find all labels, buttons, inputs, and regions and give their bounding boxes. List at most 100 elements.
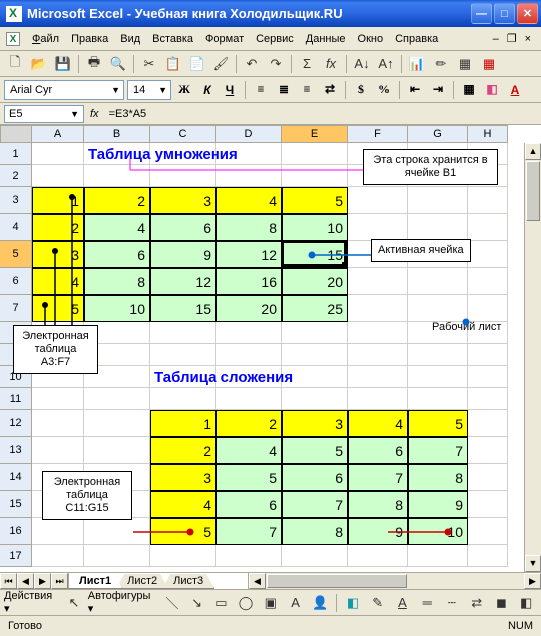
cell[interactable] bbox=[32, 545, 84, 567]
cell[interactable] bbox=[408, 214, 468, 241]
cell[interactable] bbox=[348, 268, 408, 295]
menu-file[interactable]: Файл bbox=[26, 30, 65, 48]
cell[interactable] bbox=[468, 518, 508, 545]
cell[interactable] bbox=[408, 366, 468, 388]
scroll-up-button[interactable]: ▲ bbox=[525, 143, 541, 160]
cell[interactable] bbox=[408, 295, 468, 322]
menu-view[interactable]: Вид bbox=[114, 30, 146, 48]
cell[interactable]: 5 bbox=[32, 295, 84, 322]
cell[interactable]: 2 bbox=[150, 437, 216, 464]
row-header-14[interactable]: 14 bbox=[0, 464, 32, 491]
cell[interactable]: 5 bbox=[282, 437, 348, 464]
cell[interactable]: 10 bbox=[408, 518, 468, 545]
scroll-right-button[interactable]: ▶ bbox=[524, 573, 541, 589]
cell[interactable] bbox=[468, 214, 508, 241]
new-icon[interactable]: 🗋 bbox=[4, 53, 26, 75]
bold-button[interactable]: Ж bbox=[174, 80, 194, 100]
cell[interactable] bbox=[468, 437, 508, 464]
menu-edit[interactable]: Правка bbox=[65, 30, 114, 48]
dec-indent-icon[interactable]: ⇤ bbox=[405, 80, 425, 100]
cell[interactable] bbox=[32, 165, 84, 187]
arrows-icon[interactable]: ⇄ bbox=[466, 592, 488, 614]
cell[interactable]: 6 bbox=[150, 214, 216, 241]
font-selector[interactable]: Arial Cyr▼ bbox=[4, 80, 124, 100]
sort-desc-icon[interactable]: A↑ bbox=[375, 53, 397, 75]
cell[interactable]: 1 bbox=[150, 410, 216, 437]
currency-icon[interactable]: $ bbox=[351, 80, 371, 100]
3d-icon[interactable]: ◧ bbox=[515, 592, 537, 614]
row-header-6[interactable]: 6 bbox=[0, 268, 32, 295]
select-all-corner[interactable] bbox=[0, 125, 32, 143]
tab-last-button[interactable]: ⏭ bbox=[51, 573, 68, 589]
grid-icon[interactable]: ▦ bbox=[478, 53, 500, 75]
sheet-tab-3[interactable]: Лист3 bbox=[162, 574, 214, 589]
sum-icon[interactable]: Σ bbox=[296, 53, 318, 75]
menu-window[interactable]: Окно bbox=[352, 30, 390, 48]
cell[interactable]: 9 bbox=[408, 491, 468, 518]
spreadsheet-grid[interactable]: ABCDEFGH 1234567891011121314151617 Табли… bbox=[0, 125, 541, 573]
line-color-icon[interactable]: ✎ bbox=[367, 592, 389, 614]
sheet-tab-2[interactable]: Лист2 bbox=[116, 574, 168, 589]
cell[interactable]: 12 bbox=[216, 241, 282, 268]
col-header-B[interactable]: B bbox=[84, 125, 150, 143]
excel-doc-icon[interactable]: X bbox=[6, 32, 20, 46]
cell[interactable]: 10 bbox=[282, 214, 348, 241]
cell[interactable] bbox=[84, 165, 150, 187]
rect-icon[interactable]: ▭ bbox=[210, 592, 232, 614]
pivot-icon[interactable]: ▦ bbox=[454, 53, 476, 75]
dash-icon[interactable]: ┄ bbox=[441, 592, 463, 614]
cell[interactable]: 10 bbox=[84, 295, 150, 322]
actions-menu[interactable]: Действия ▾ bbox=[4, 590, 60, 615]
cell[interactable]: 5 bbox=[282, 187, 348, 214]
cell[interactable]: 6 bbox=[348, 437, 408, 464]
save-icon[interactable]: 💾 bbox=[52, 53, 74, 75]
percent-icon[interactable]: % bbox=[374, 80, 394, 100]
col-header-A[interactable]: A bbox=[32, 125, 84, 143]
cell[interactable]: 6 bbox=[282, 464, 348, 491]
row-header-11[interactable]: 11 bbox=[0, 388, 32, 410]
cell[interactable]: 7 bbox=[216, 518, 282, 545]
italic-button[interactable]: К bbox=[197, 80, 217, 100]
arrow-icon[interactable]: ↘ bbox=[186, 592, 208, 614]
drawing-icon[interactable]: ✏ bbox=[430, 53, 452, 75]
cell[interactable] bbox=[84, 545, 150, 567]
cell[interactable] bbox=[408, 187, 468, 214]
cell[interactable]: 8 bbox=[282, 518, 348, 545]
cell[interactable]: 4 bbox=[150, 491, 216, 518]
cell[interactable] bbox=[468, 241, 508, 268]
cell[interactable] bbox=[32, 410, 84, 437]
cell[interactable] bbox=[468, 187, 508, 214]
paste-icon[interactable]: 📄 bbox=[186, 53, 208, 75]
cell[interactable]: 12 bbox=[150, 268, 216, 295]
cell[interactable]: 15 bbox=[282, 241, 348, 268]
menu-help[interactable]: Справка bbox=[389, 30, 444, 48]
cell[interactable]: 3 bbox=[150, 187, 216, 214]
row-header-5[interactable]: 5 bbox=[0, 241, 32, 268]
cell[interactable]: 2 bbox=[32, 214, 84, 241]
col-header-F[interactable]: F bbox=[348, 125, 408, 143]
print-icon[interactable]: 🖶 bbox=[83, 53, 105, 75]
row-header-16[interactable]: 16 bbox=[0, 518, 32, 545]
cell[interactable]: Таблица сложения bbox=[150, 366, 410, 388]
cell[interactable] bbox=[150, 165, 216, 187]
cell[interactable] bbox=[408, 545, 468, 567]
cell[interactable] bbox=[32, 388, 84, 410]
font-color-icon-2[interactable]: A bbox=[392, 592, 414, 614]
cell[interactable]: 16 bbox=[216, 268, 282, 295]
cell[interactable] bbox=[150, 322, 216, 344]
oval-icon[interactable]: ◯ bbox=[235, 592, 257, 614]
name-box[interactable]: E5▼ bbox=[4, 105, 84, 123]
select-icon[interactable]: ↖ bbox=[63, 592, 85, 614]
textbox-icon[interactable]: ▣ bbox=[260, 592, 282, 614]
cell[interactable] bbox=[348, 187, 408, 214]
cell[interactable]: 2 bbox=[216, 410, 282, 437]
cell[interactable] bbox=[216, 388, 282, 410]
underline-button[interactable]: Ч bbox=[220, 80, 240, 100]
shadow-icon[interactable]: ◼ bbox=[491, 592, 513, 614]
cell[interactable] bbox=[408, 344, 468, 366]
fill-icon[interactable]: ◧ bbox=[342, 592, 364, 614]
menu-insert[interactable]: Вставка bbox=[146, 30, 199, 48]
cell[interactable]: 5 bbox=[408, 410, 468, 437]
line-icon[interactable]: ＼ bbox=[161, 592, 183, 614]
cell[interactable] bbox=[150, 344, 216, 366]
